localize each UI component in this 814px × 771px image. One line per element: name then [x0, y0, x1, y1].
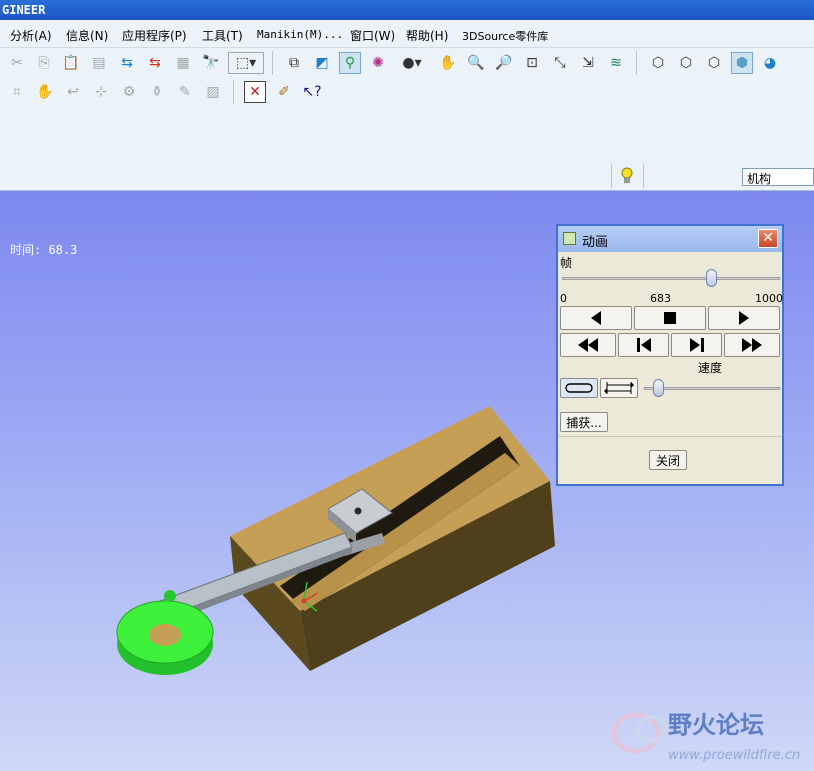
toolbar-extension-area — [0, 110, 814, 191]
datum-axis-icon[interactable]: ✋ — [34, 81, 56, 103]
orient-icon[interactable]: ⤡ — [549, 52, 571, 74]
refit-icon[interactable]: ⊡ — [521, 52, 543, 74]
loop-icon — [565, 383, 593, 393]
menu-info[interactable]: 信息(N) — [66, 27, 108, 44]
window-title: GINEER — [2, 3, 46, 17]
dialog-title-bar[interactable]: 动画 ✕ — [558, 226, 782, 252]
close-button[interactable]: 关闭 — [649, 450, 687, 470]
frame-label: 帧 — [560, 256, 573, 270]
datum-display-icon[interactable]: ◩ — [311, 52, 333, 74]
close-window-icon[interactable]: ✕ — [244, 81, 266, 103]
play-forward-icon — [739, 311, 749, 325]
copy-icon[interactable]: ⎘ — [33, 52, 55, 74]
rewind-button[interactable] — [560, 333, 616, 357]
animation-dialog: 动画 ✕ 帧 0 683 1000 速度 捕获... 关闭 — [556, 224, 784, 486]
cosmetic-icon[interactable]: ▨ — [202, 81, 224, 103]
play-backward-button[interactable] — [560, 306, 632, 330]
frame-min-label: 0 — [560, 292, 567, 305]
dialog-app-icon — [563, 232, 576, 245]
step-backward-icon — [636, 338, 651, 352]
annotate-icon[interactable]: ✐ — [273, 81, 295, 103]
sketch-icon[interactable]: ✎ — [174, 81, 196, 103]
mechanism-icon[interactable]: ⚲ — [339, 52, 361, 74]
menu-window[interactable]: 窗口(W) — [350, 27, 395, 44]
menu-applications[interactable]: 应用程序(P) — [122, 27, 187, 44]
datum-curve-icon[interactable]: ↩ — [62, 81, 84, 103]
dialog-close-icon[interactable]: ✕ — [758, 229, 778, 248]
play-forward-button[interactable] — [708, 306, 780, 330]
shaded-icon[interactable]: ⬢ — [731, 52, 753, 74]
selection-filter-dropdown[interactable]: 机构 — [742, 168, 814, 186]
coordsys-icon[interactable]: ⚙ — [118, 81, 140, 103]
analysis-icon[interactable]: ⚱ — [146, 81, 168, 103]
whats-this-icon[interactable]: ↖? — [301, 81, 323, 103]
find-icon[interactable]: 🔭 — [200, 52, 222, 74]
pan-icon[interactable]: ✋ — [437, 52, 459, 74]
stop-button[interactable] — [634, 306, 706, 330]
rewind-icon — [578, 338, 598, 352]
watermark-title: 野火论坛 — [668, 711, 764, 739]
spin-center-icon[interactable]: ✺ — [367, 52, 389, 74]
frame-max-label: 1000 — [755, 292, 783, 305]
slider-pin-hole — [354, 507, 362, 515]
fast-forward-button[interactable] — [724, 333, 780, 357]
selection-box-icon[interactable]: ⬚▾ — [228, 52, 264, 74]
stop-icon — [664, 312, 676, 324]
menu-3dsource-library[interactable]: 3DSource零件库 — [462, 28, 548, 44]
paste-special-icon[interactable]: ▤ — [88, 52, 110, 74]
step-backward-button[interactable] — [618, 333, 669, 357]
fast-forward-icon — [742, 338, 762, 352]
menu-tools[interactable]: 工具(T) — [202, 27, 243, 44]
frame-slider-track[interactable] — [562, 277, 780, 280]
hidden-line-icon[interactable]: ⬡ — [675, 52, 697, 74]
loop-repeat-button[interactable] — [560, 378, 598, 398]
cut-icon[interactable]: ✂ — [6, 52, 28, 74]
step-forward-button[interactable] — [671, 333, 722, 357]
saved-views-icon[interactable]: ⇲ — [577, 52, 599, 74]
wireframe-icon[interactable]: ⬡ — [647, 52, 669, 74]
step-forward-icon — [689, 338, 704, 352]
reverse-arrows-icon — [604, 382, 634, 394]
frame-slider-thumb[interactable] — [705, 269, 717, 287]
watermark-url: www.proewildfire.cn — [668, 748, 800, 763]
speed-slider-track[interactable] — [644, 387, 780, 390]
play-backward-icon — [591, 311, 601, 325]
layers-icon[interactable]: ≋ — [605, 52, 627, 74]
appearance-icon[interactable]: ◕ — [759, 52, 781, 74]
loop-reverse-button[interactable] — [600, 378, 638, 398]
model-tree-icon[interactable]: ⧉ — [283, 52, 305, 74]
capture-button[interactable]: 捕获... — [560, 412, 608, 432]
forum-watermark-logo: 野火论坛 www.proewildfire.cn — [611, 711, 800, 763]
dialog-title: 动画 — [582, 235, 609, 250]
paste-icon[interactable]: 📋 — [60, 52, 82, 74]
no-hidden-icon[interactable]: ⬡ — [703, 52, 725, 74]
lightbulb-icon[interactable] — [620, 166, 634, 186]
window-title-bar: GINEER — [0, 0, 814, 20]
crank-hole — [149, 624, 181, 646]
datum-point-icon[interactable]: ⊹ — [90, 81, 112, 103]
select-icon[interactable]: ▦ — [172, 52, 194, 74]
toolbar: ✂ ⎘ 📋 ▤ ⇆ ⇆ ▦ 🔭 ⬚▾ ⧉ ◩ ⚲ ✺ ●▾ ✋ 🔍 🔎 ⊡ ⤡ … — [0, 48, 814, 110]
zoom-in-icon[interactable]: 🔍 — [465, 52, 487, 74]
zoom-out-icon[interactable]: 🔎 — [493, 52, 515, 74]
menu-bar: 分析(A) 信息(N) 应用程序(P) 工具(T) Manikin(M)... … — [0, 20, 814, 48]
menu-manikin[interactable]: Manikin(M)... — [257, 28, 343, 41]
crank-pin — [164, 590, 176, 602]
menu-help[interactable]: 帮助(H) — [406, 27, 448, 44]
datum-plane-icon[interactable]: ⌗ — [6, 81, 28, 103]
regenerate-manager-icon[interactable]: ⇆ — [144, 52, 166, 74]
regenerate-icon[interactable]: ⇆ — [116, 52, 138, 74]
frame-current-label: 683 — [650, 292, 671, 305]
speed-label: 速度 — [698, 361, 723, 375]
shading-icon[interactable]: ●▾ — [395, 52, 429, 74]
speed-slider-thumb[interactable] — [652, 379, 664, 397]
menu-analysis[interactable]: 分析(A) — [10, 27, 52, 44]
